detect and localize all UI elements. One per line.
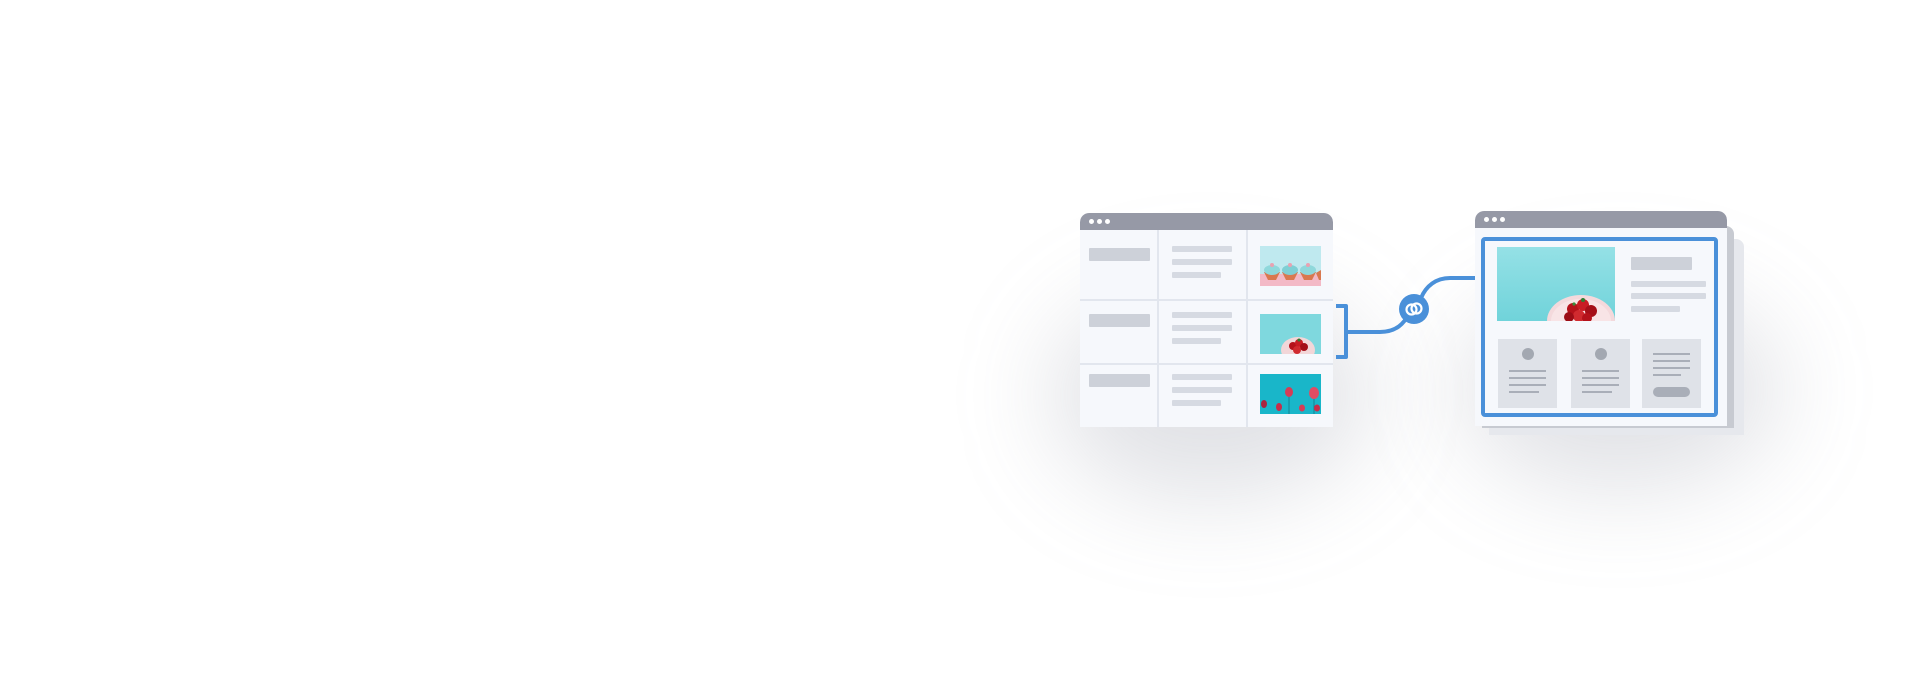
window-dot <box>1492 217 1497 222</box>
linked-record-highlight <box>1481 237 1718 417</box>
window-dot <box>1484 217 1489 222</box>
link-rings-icon[interactable] <box>1399 294 1429 324</box>
linked-records-illustration <box>0 0 1920 700</box>
detail-window-titlebar <box>1475 211 1727 228</box>
window-dot <box>1500 217 1505 222</box>
